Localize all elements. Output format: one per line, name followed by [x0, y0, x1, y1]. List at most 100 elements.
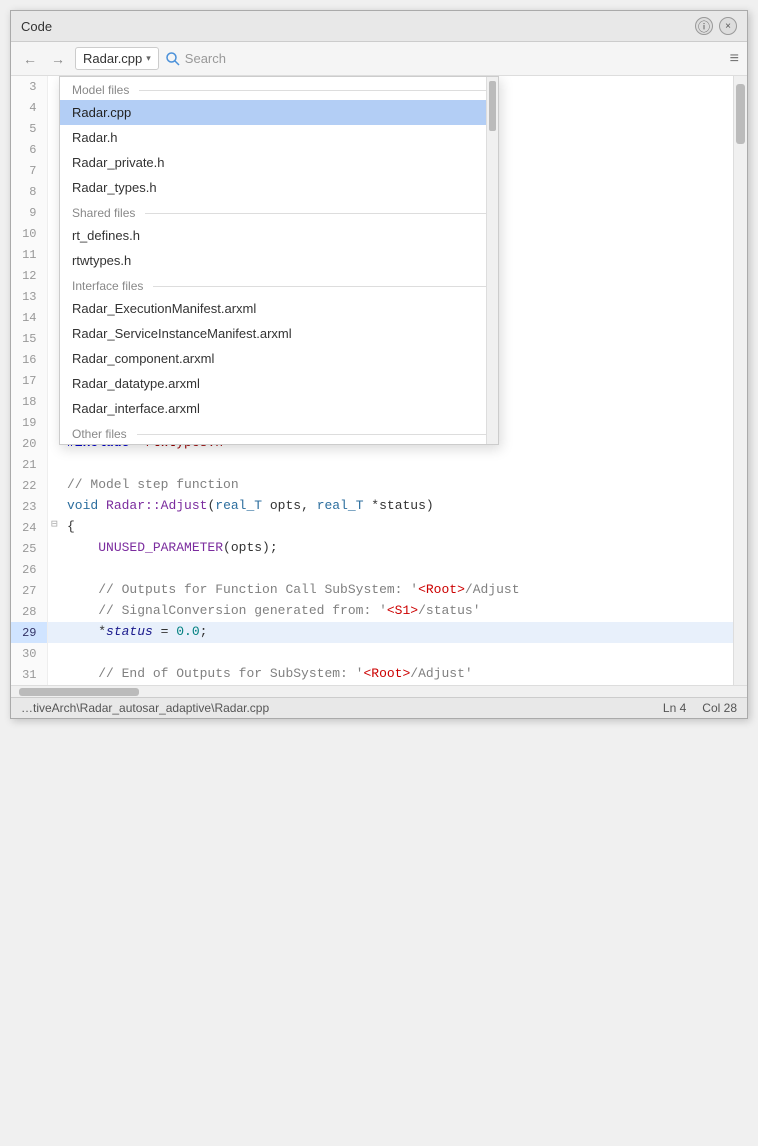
code-line-content: // SignalConversion generated from: '<S1…: [61, 601, 733, 622]
fold-marker: [47, 454, 61, 475]
toolbar: ← → Radar.cpp ▾ Search ≡: [11, 42, 747, 76]
table-row: 29 *status = 0.0;: [11, 622, 733, 643]
list-item[interactable]: Radar_private.h: [60, 150, 498, 175]
code-line-content: [61, 454, 733, 475]
code-line-content: // Model step function: [61, 475, 733, 496]
line-number: 16: [11, 349, 47, 370]
line-number: 15: [11, 328, 47, 349]
list-item[interactable]: Radar_ServiceInstanceManifest.arxml: [60, 321, 498, 346]
line-number: 18: [11, 391, 47, 412]
table-row: 27 // Outputs for Function Call SubSyste…: [11, 580, 733, 601]
table-row: 23 void Radar::Adjust(real_T opts, real_…: [11, 496, 733, 517]
file-selector[interactable]: Radar.cpp ▾: [75, 47, 159, 70]
list-item[interactable]: Radar.h: [60, 125, 498, 150]
horizontal-scrollbar[interactable]: [11, 685, 747, 697]
code-line-content: // Outputs for Function Call SubSystem: …: [61, 580, 733, 601]
line-number: 11: [11, 244, 47, 265]
close-button[interactable]: ×: [719, 17, 737, 35]
list-item[interactable]: rt_defines.h: [60, 223, 498, 248]
line-number: 9: [11, 202, 47, 223]
line-indicator: Ln 4: [663, 701, 686, 715]
col-indicator: Col 28: [702, 701, 737, 715]
code-line-content: UNUSED_PARAMETER(opts);: [61, 538, 733, 559]
menu-icon[interactable]: ≡: [730, 50, 739, 68]
line-number: 6: [11, 139, 47, 160]
fold-marker: [47, 475, 61, 496]
line-number: 26: [11, 559, 47, 580]
list-item[interactable]: Radar_ExecutionManifest.arxml: [60, 296, 498, 321]
line-number: 13: [11, 286, 47, 307]
code-line-content: {: [61, 517, 733, 538]
list-item[interactable]: Radar_interface.arxml: [60, 396, 498, 421]
forward-button[interactable]: →: [47, 49, 69, 69]
line-number: 27: [11, 580, 47, 601]
info-button[interactable]: ⓘ: [695, 17, 713, 35]
list-item[interactable]: Radar_datatype.arxml: [60, 371, 498, 396]
title-bar: Code ⓘ ×: [11, 11, 747, 42]
line-number: 31: [11, 664, 47, 685]
line-number: 25: [11, 538, 47, 559]
search-label: Search: [185, 51, 226, 66]
ln-label: Ln: [663, 701, 676, 715]
table-row: 31 // End of Outputs for SubSystem: '<Ro…: [11, 664, 733, 685]
table-row: 22 // Model step function: [11, 475, 733, 496]
table-row: 28 // SignalConversion generated from: '…: [11, 601, 733, 622]
table-row: 25 UNUSED_PARAMETER(opts);: [11, 538, 733, 559]
content-area: 3 // 4 // dback and te 5 //: [11, 76, 747, 685]
code-line-content: [61, 559, 733, 580]
code-window: Code ⓘ × ← → Radar.cpp ▾ Search ≡: [10, 10, 748, 719]
line-number: 7: [11, 160, 47, 181]
fold-marker: [47, 643, 61, 664]
code-line-content: *status = 0.0;: [61, 622, 733, 643]
file-dropdown: Model files Radar.cpp Radar.h Radar_priv…: [59, 76, 499, 445]
search-bar[interactable]: Search: [165, 51, 226, 67]
fold-marker: [47, 580, 61, 601]
fold-marker: [47, 538, 61, 559]
list-item[interactable]: Radar.cpp: [60, 100, 498, 125]
list-item[interactable]: rtwtypes.h: [60, 248, 498, 273]
line-number: 4: [11, 97, 47, 118]
dropdown-section-shared: Shared files: [60, 200, 498, 223]
line-number: 10: [11, 223, 47, 244]
scroll-thumb[interactable]: [736, 84, 745, 144]
line-number: 5: [11, 118, 47, 139]
fold-marker: ⊟: [47, 517, 61, 538]
table-row: 24 ⊟ {: [11, 517, 733, 538]
line-number: 21: [11, 454, 47, 475]
dropdown-section-interface: Interface files: [60, 273, 498, 296]
search-icon: [165, 51, 181, 67]
line-number: 8: [11, 181, 47, 202]
code-line-content: void Radar::Adjust(real_T opts, real_T *…: [61, 496, 733, 517]
fold-marker: [47, 664, 61, 685]
line-number: 23: [11, 496, 47, 517]
window-title: Code: [21, 19, 52, 34]
line-number: 17: [11, 370, 47, 391]
vertical-scrollbar[interactable]: [733, 76, 747, 685]
list-item[interactable]: Radar_component.arxml: [60, 346, 498, 371]
col-label: Col: [702, 701, 720, 715]
line-number: 28: [11, 601, 47, 622]
fold-marker: [47, 622, 61, 643]
ln-value: 4: [680, 701, 687, 715]
fold-marker: [47, 496, 61, 517]
back-button[interactable]: ←: [19, 49, 41, 69]
file-name-label: Radar.cpp: [83, 51, 142, 66]
line-number: 14: [11, 307, 47, 328]
line-number: 20: [11, 433, 47, 454]
code-line-content: // End of Outputs for SubSystem: '<Root>…: [61, 664, 733, 685]
code-line-content: [61, 643, 733, 664]
line-number: 22: [11, 475, 47, 496]
line-number: 29: [11, 622, 47, 643]
dropdown-scrollbar[interactable]: [486, 77, 498, 444]
list-item[interactable]: Radar_types.h: [60, 175, 498, 200]
dropdown-scroll-thumb[interactable]: [489, 81, 496, 131]
line-number: 30: [11, 643, 47, 664]
scroll-thumb-h[interactable]: [19, 688, 139, 696]
file-path: …tiveArch\Radar_autosar_adaptive\Radar.c…: [21, 701, 647, 715]
line-number: 24: [11, 517, 47, 538]
table-row: 21: [11, 454, 733, 475]
table-row: 30: [11, 643, 733, 664]
line-number: 3: [11, 76, 47, 97]
status-bar: …tiveArch\Radar_autosar_adaptive\Radar.c…: [11, 697, 747, 718]
dropdown-arrow-icon: ▾: [146, 53, 151, 64]
